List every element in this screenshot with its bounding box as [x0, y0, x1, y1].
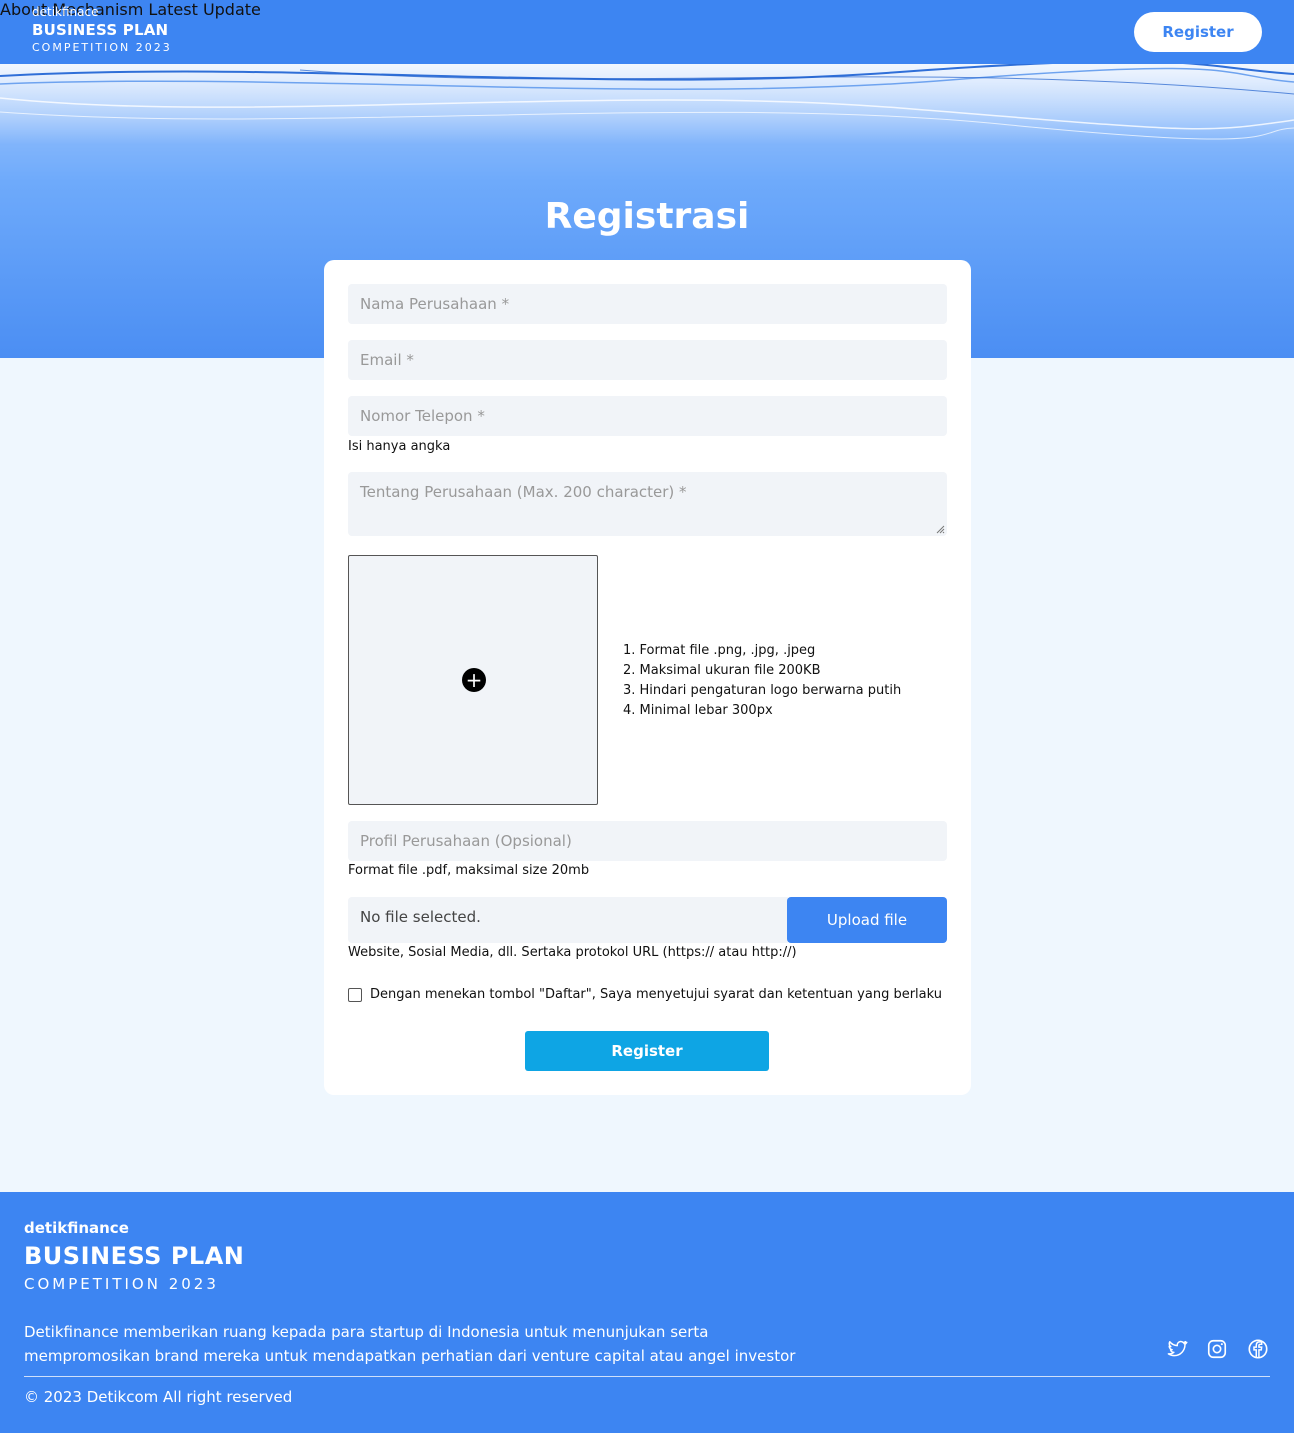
url-hint: Website, Sosial Media, dll. Sertaka prot…	[348, 945, 797, 960]
instagram-icon[interactable]	[1206, 1338, 1228, 1360]
logo-rule: 4. Minimal lebar 300px	[623, 703, 773, 718]
terms-checkbox[interactable]	[348, 987, 362, 1002]
phone-input[interactable]: Nomor Telepon *	[348, 396, 947, 436]
header-register-button[interactable]: Register	[1134, 12, 1262, 52]
logo-rule: 2. Maksimal ukuran file 200KB	[623, 663, 821, 678]
add-icon[interactable]: +	[462, 668, 486, 692]
logo-upload-box[interactable]: +	[348, 555, 598, 805]
file-status-field: No file selected.	[348, 897, 788, 943]
facebook-icon[interactable]	[1247, 1338, 1269, 1360]
about-company-placeholder: Tentang Perusahaan (Max. 200 character) …	[360, 483, 687, 501]
email-input[interactable]: Email *	[348, 340, 947, 380]
footer: detikfinance BUSINESS PLAN COMPETITION 2…	[0, 1192, 1294, 1433]
company-profile-input[interactable]: Profil Perusahaan (Opsional)	[348, 821, 947, 861]
logo-rules-list: 1. Format file .png, .jpg, .jpeg 2. Maks…	[623, 641, 901, 721]
about-company-textarea[interactable]: Tentang Perusahaan (Max. 200 character) …	[348, 472, 947, 536]
twitter-icon[interactable]	[1166, 1338, 1188, 1360]
brand-logo[interactable]: detikfinace BUSINESS PLAN COMPETITION 20…	[32, 5, 172, 55]
brand-main-text: BUSINESS PLAN	[32, 21, 169, 39]
upload-file-button[interactable]: Upload file	[787, 897, 947, 943]
top-navbar: detikfinace BUSINESS PLAN COMPETITION 20…	[0, 0, 1294, 64]
resize-handle-icon[interactable]	[935, 524, 945, 534]
footer-brand-main: BUSINESS PLAN	[24, 1242, 245, 1270]
company-name-input[interactable]: Nama Perusahaan *	[348, 284, 947, 324]
page-title: Registrasi	[544, 196, 750, 237]
footer-brand-small: detikfinance	[24, 1219, 129, 1237]
logo-rule: 1. Format file .png, .jpg, .jpeg	[623, 643, 816, 658]
brand-small-text: detikfinace	[32, 5, 99, 19]
footer-divider	[24, 1376, 1270, 1377]
submit-register-button[interactable]: Register	[525, 1031, 769, 1071]
footer-description: Detikfinance memberikan ruang kepada par…	[24, 1323, 796, 1365]
registration-form-card: Nama Perusahaan * Email * Nomor Telepon …	[324, 260, 971, 1095]
phone-hint: Isi hanya angka	[348, 439, 451, 454]
brand-sub-text: COMPETITION 2023	[32, 41, 172, 54]
terms-label: Dengan menekan tombol "Daftar", Saya men…	[370, 987, 942, 1002]
terms-agreement: Dengan menekan tombol "Daftar", Saya men…	[348, 987, 942, 1002]
footer-brand-sub: COMPETITION 2023	[24, 1275, 219, 1293]
copyright-text: © 2023 Detikcom All right reserved	[24, 1388, 293, 1406]
profile-hint: Format file .pdf, maksimal size 20mb	[348, 863, 590, 878]
logo-rule: 3. Hindari pengaturan logo berwarna puti…	[623, 683, 902, 698]
